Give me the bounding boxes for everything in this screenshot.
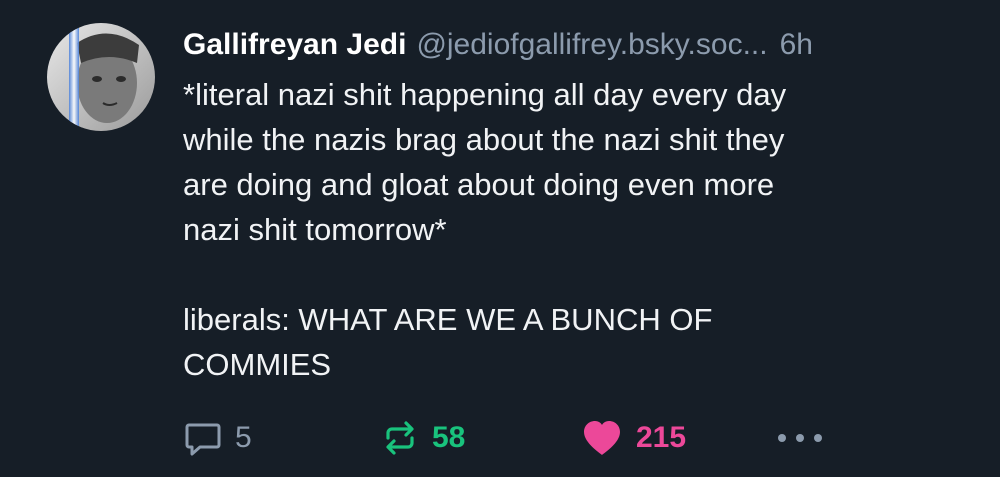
reply-button[interactable]: 5 — [183, 410, 252, 466]
post-actions: 5 58 215 — [0, 410, 1000, 466]
post-timestamp[interactable]: 6h — [780, 22, 813, 68]
ellipsis-icon — [778, 434, 822, 442]
author-handle[interactable]: @jediofgallifrey.bsky.soc... — [416, 22, 767, 68]
post-text: *literal nazi shit happening all day eve… — [183, 77, 787, 382]
post-card[interactable]: Gallifreyan Jedi @jediofgallifrey.bsky.s… — [0, 0, 1000, 477]
repost-count: 58 — [432, 421, 466, 454]
author-display-name[interactable]: Gallifreyan Jedi — [183, 22, 406, 68]
reply-count: 5 — [235, 421, 252, 454]
like-count: 215 — [636, 421, 687, 454]
repost-arrows-icon — [386, 421, 414, 455]
more-options-button[interactable] — [774, 410, 826, 466]
avatar[interactable] — [47, 23, 155, 131]
avatar-image — [47, 23, 155, 131]
like-button[interactable]: 215 — [580, 410, 686, 466]
post-header: Gallifreyan Jedi @jediofgallifrey.bsky.s… — [183, 22, 973, 68]
repost-button[interactable]: 58 — [380, 410, 465, 466]
speech-bubble-icon — [185, 423, 221, 456]
heart-icon — [584, 421, 620, 455]
